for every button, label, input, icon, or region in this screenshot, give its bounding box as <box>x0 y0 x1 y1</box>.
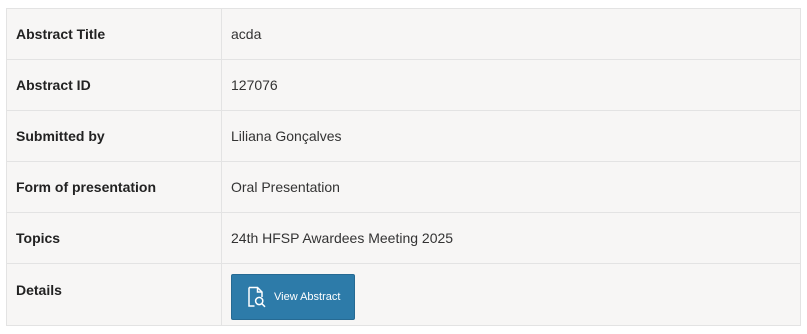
table-row: Submitted by Liliana Gonçalves <box>6 110 801 162</box>
view-abstract-button[interactable]: View Abstract <box>231 274 356 320</box>
row-label-abstract-id: Abstract ID <box>6 59 222 111</box>
table-row: Abstract Title acda <box>6 8 801 60</box>
table-row: Form of presentation Oral Presentation <box>6 161 801 213</box>
document-search-icon <box>244 285 268 309</box>
view-abstract-label: View Abstract <box>274 291 341 303</box>
row-label-submitted-by: Submitted by <box>6 110 222 162</box>
row-value-form-of-presentation: Oral Presentation <box>221 161 801 213</box>
table-row: Details View Abstract <box>6 263 801 326</box>
row-label-details: Details <box>6 263 222 326</box>
row-label-abstract-title: Abstract Title <box>6 8 222 60</box>
row-label-topics: Topics <box>6 212 222 264</box>
row-label-form-of-presentation: Form of presentation <box>6 161 222 213</box>
row-value-details: View Abstract <box>221 263 801 326</box>
row-value-submitted-by: Liliana Gonçalves <box>221 110 801 162</box>
table-row: Abstract ID 127076 <box>6 59 801 111</box>
abstract-details-table: Abstract Title acda Abstract ID 127076 S… <box>6 8 801 326</box>
row-value-abstract-id: 127076 <box>221 59 801 111</box>
row-value-topics: 24th HFSP Awardees Meeting 2025 <box>221 212 801 264</box>
table-row: Topics 24th HFSP Awardees Meeting 2025 <box>6 212 801 264</box>
row-value-abstract-title: acda <box>221 8 801 60</box>
